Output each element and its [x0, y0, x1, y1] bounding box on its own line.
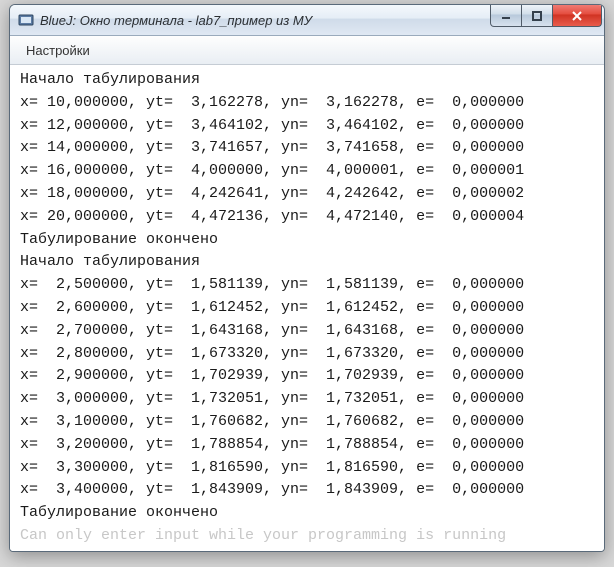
terminal-body: Начало табулирования x= 10,000000, yt= 3…	[10, 65, 604, 551]
close-button[interactable]	[552, 5, 602, 27]
terminal-window: BlueJ: Окно терминала - lab7_пример из М…	[9, 4, 605, 552]
terminal-output: Начало табулирования x= 10,000000, yt= 3…	[20, 69, 594, 525]
app-icon	[18, 12, 34, 28]
titlebar[interactable]: BlueJ: Окно терминала - lab7_пример из М…	[10, 5, 604, 36]
window-controls	[491, 5, 602, 26]
minimize-button[interactable]	[490, 5, 522, 27]
input-hint: Can only enter input while your programm…	[20, 525, 594, 548]
maximize-button[interactable]	[521, 5, 553, 27]
menu-settings[interactable]: Настройки	[18, 39, 98, 62]
menubar: Настройки	[10, 36, 604, 65]
window-title: BlueJ: Окно терминала - lab7_пример из М…	[40, 13, 491, 28]
